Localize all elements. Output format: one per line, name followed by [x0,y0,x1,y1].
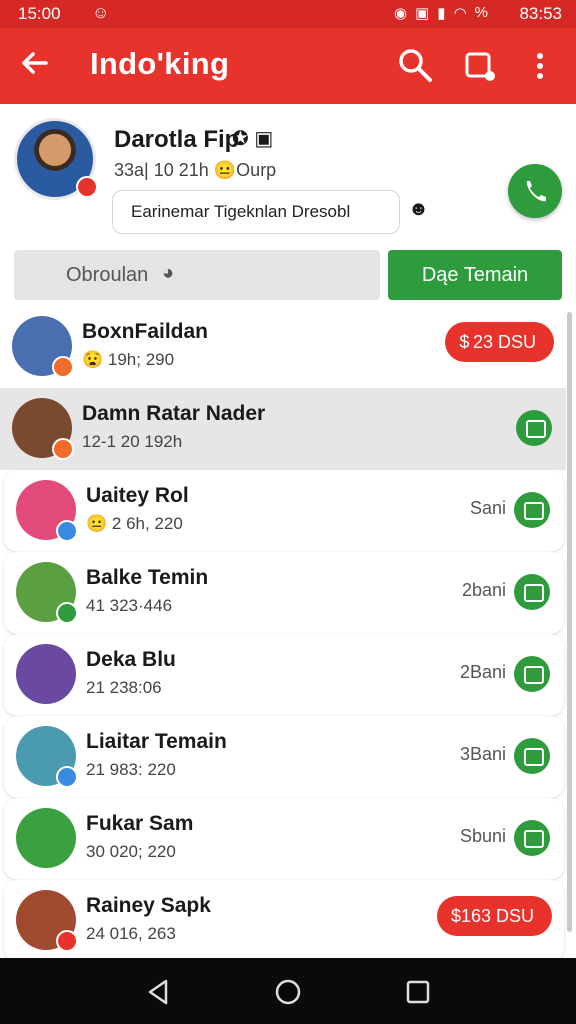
status-icons: ◉ ▣ ▮ ◠ % [394,4,488,22]
signal-icon: ▮ [437,5,446,22]
avatar [16,808,76,868]
contact-status: 3Bani [459,744,506,764]
message-icon[interactable] [514,574,550,610]
system-nav-bar [0,958,576,1024]
avatar-badge [76,176,98,198]
wifi-icon: ◠ [453,5,467,22]
avatar-badge [56,930,78,952]
message-icon[interactable] [514,820,550,856]
contact-name: Damn Ratar Nader [82,402,266,425]
tab-obroulan[interactable]: Obroulan ◕ [14,250,380,300]
profile-header: Darotla Fip ✪ ▣ 33a| 10 21h 😐Ourp Earine… [0,104,576,244]
avatar-badge [56,766,78,788]
amount-badge[interactable]: $163 DSU [436,896,552,936]
avatar-badge [56,602,78,624]
search-icon[interactable] [396,46,434,84]
list-item[interactable]: Deka Blu 21 238:06 2Bani [4,634,564,716]
contact-name: Balke Temin [86,566,209,589]
verified-icon: ✪ ▣ [232,128,274,150]
screenshot-icon: ▣ [415,5,430,22]
contact-name: Rainey Sapk [86,894,211,917]
fire-icon: ◕ [162,262,175,284]
message-icon[interactable] [516,410,552,446]
contact-meta: 30 020; 220 [86,842,176,861]
contact-status: 2Bani [459,662,506,682]
contact-meta: 12-1 20 192h [82,432,183,451]
status-bar: 15:00 ☺ ◉ ▣ ▮ ◠ % 83:53 [0,0,576,28]
contact-meta: 21 983: 220 [86,760,176,779]
contact-meta: 41 323·446 [86,596,173,615]
recents-icon[interactable] [402,976,434,1008]
status-clock: 83:53 [519,4,562,23]
list-item[interactable]: Uaitey Rol 😐 2 6h, 220 Sani [4,470,564,552]
home-icon[interactable] [272,976,304,1008]
alarm-icon: ◉ [394,5,408,22]
contact-status: 2bani [461,580,506,600]
contact-status: Sbuni [459,826,506,846]
notification-icon: ☺ [92,3,110,22]
message-icon[interactable] [514,492,550,528]
sticker-icon: ☻ [408,198,430,220]
app-bar: Indo'king [0,28,576,104]
back-icon[interactable] [142,976,174,1008]
list-item[interactable]: Balke Temin 41 323·446 2bani [4,552,564,634]
message-icon[interactable] [514,656,550,692]
avatar [16,644,76,704]
profile-name: Darotla Fip [114,126,240,153]
contact-meta: 😐 2 6h, 220 [86,514,183,533]
tab-left-label: Obroulan [66,264,149,286]
status-time: 15:00 [18,4,61,23]
contact-meta: 😧 19h; 290 [82,350,175,369]
profile-meta: 33a| 10 21h 😐Ourp [114,160,277,180]
status-message-field[interactable]: Earinemar Tigeknlan Dresobl [112,190,400,234]
contact-name: Uaitey Rol [86,484,189,507]
amount-badge[interactable]: $ 23 DSU [445,322,554,362]
contact-name: Deka Blu [86,648,176,671]
chat-window-icon[interactable] [462,48,498,84]
contact-meta: 21 238:06 [86,678,162,697]
message-icon[interactable] [514,738,550,774]
contact-status: Sani [469,498,506,518]
avatar-badge [52,356,74,378]
tab-temain[interactable]: Dąe Temain [388,250,562,300]
app-title: Indo'king [90,46,230,81]
contact-name: BoxnFaildan [82,320,209,343]
battery-percent: % [474,4,488,21]
phone-icon [526,181,546,202]
list-item[interactable]: Damn Ratar Nader 12-1 20 192h [0,388,566,470]
back-arrow-icon[interactable] [18,46,52,80]
list-item[interactable]: Rainey Sapk 24 016, 263 $163 DSU [4,880,564,962]
contact-meta: 24 016, 263 [86,924,176,943]
list-item[interactable]: BoxnFaildan 😧 19h; 290 $ 23 DSU [0,306,566,388]
list-item[interactable]: Fukar Sam 30 020; 220 Sbuni [4,798,564,880]
overflow-menu-icon[interactable] [528,50,552,82]
scrollbar[interactable] [567,312,572,932]
avatar-badge [56,520,78,542]
contact-name: Fukar Sam [86,812,194,835]
avatar-badge [52,438,74,460]
list-item[interactable]: Liaitar Temain 21 983: 220 3Bani [4,716,564,798]
call-button[interactable] [508,164,562,218]
contact-name: Liaitar Temain [86,730,227,753]
